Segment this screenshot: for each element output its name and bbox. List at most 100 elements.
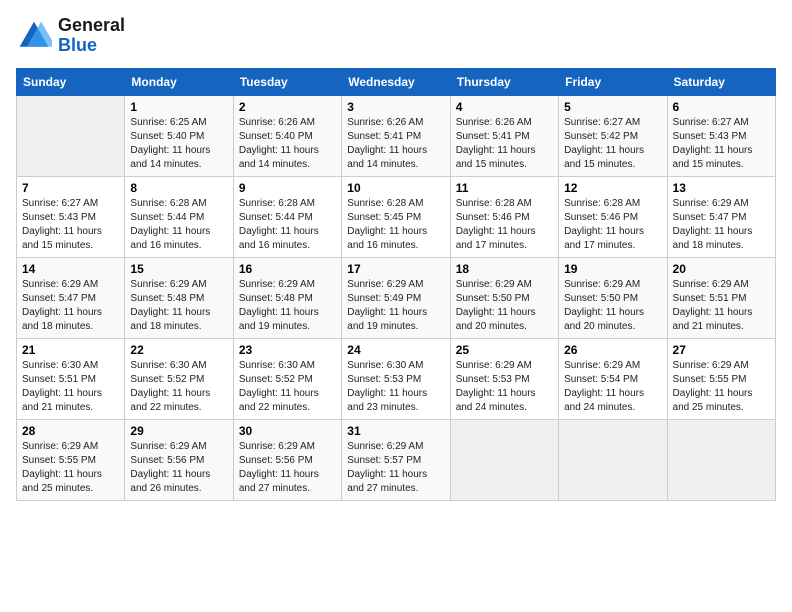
dow-header-saturday: Saturday	[667, 68, 775, 95]
day-number: 25	[456, 343, 553, 357]
day-number: 3	[347, 100, 444, 114]
calendar-cell: 31 Sunrise: 6:29 AMSunset: 5:57 PMDaylig…	[342, 419, 450, 500]
cell-info: Sunrise: 6:29 AMSunset: 5:47 PMDaylight:…	[22, 278, 119, 334]
calendar-cell: 28 Sunrise: 6:29 AMSunset: 5:55 PMDaylig…	[17, 419, 125, 500]
cell-info: Sunrise: 6:28 AMSunset: 5:46 PMDaylight:…	[456, 197, 553, 253]
day-number: 9	[239, 181, 336, 195]
cell-info: Sunrise: 6:29 AMSunset: 5:57 PMDaylight:…	[347, 440, 444, 496]
dow-header-tuesday: Tuesday	[233, 68, 341, 95]
logo: GeneralBlue	[16, 16, 125, 56]
cell-info: Sunrise: 6:30 AMSunset: 5:53 PMDaylight:…	[347, 359, 444, 415]
cell-info: Sunrise: 6:29 AMSunset: 5:48 PMDaylight:…	[239, 278, 336, 334]
cell-info: Sunrise: 6:29 AMSunset: 5:55 PMDaylight:…	[673, 359, 770, 415]
calendar-cell: 19 Sunrise: 6:29 AMSunset: 5:50 PMDaylig…	[559, 257, 667, 338]
calendar-cell	[450, 419, 558, 500]
day-number: 31	[347, 424, 444, 438]
calendar-week-2: 7 Sunrise: 6:27 AMSunset: 5:43 PMDayligh…	[17, 176, 776, 257]
calendar-cell: 26 Sunrise: 6:29 AMSunset: 5:54 PMDaylig…	[559, 338, 667, 419]
cell-info: Sunrise: 6:26 AMSunset: 5:41 PMDaylight:…	[456, 116, 553, 172]
day-number: 4	[456, 100, 553, 114]
calendar-cell: 12 Sunrise: 6:28 AMSunset: 5:46 PMDaylig…	[559, 176, 667, 257]
calendar-cell: 1 Sunrise: 6:25 AMSunset: 5:40 PMDayligh…	[125, 95, 233, 176]
day-number: 5	[564, 100, 661, 114]
cell-info: Sunrise: 6:30 AMSunset: 5:52 PMDaylight:…	[130, 359, 227, 415]
cell-info: Sunrise: 6:30 AMSunset: 5:52 PMDaylight:…	[239, 359, 336, 415]
calendar-cell	[559, 419, 667, 500]
calendar-week-1: 1 Sunrise: 6:25 AMSunset: 5:40 PMDayligh…	[17, 95, 776, 176]
calendar-cell: 24 Sunrise: 6:30 AMSunset: 5:53 PMDaylig…	[342, 338, 450, 419]
day-number: 14	[22, 262, 119, 276]
cell-info: Sunrise: 6:29 AMSunset: 5:55 PMDaylight:…	[22, 440, 119, 496]
calendar-cell: 14 Sunrise: 6:29 AMSunset: 5:47 PMDaylig…	[17, 257, 125, 338]
day-number: 11	[456, 181, 553, 195]
day-number: 17	[347, 262, 444, 276]
cell-info: Sunrise: 6:28 AMSunset: 5:46 PMDaylight:…	[564, 197, 661, 253]
day-number: 6	[673, 100, 770, 114]
cell-info: Sunrise: 6:26 AMSunset: 5:41 PMDaylight:…	[347, 116, 444, 172]
day-number: 29	[130, 424, 227, 438]
day-number: 21	[22, 343, 119, 357]
calendar-cell: 10 Sunrise: 6:28 AMSunset: 5:45 PMDaylig…	[342, 176, 450, 257]
calendar-cell	[667, 419, 775, 500]
cell-info: Sunrise: 6:28 AMSunset: 5:44 PMDaylight:…	[239, 197, 336, 253]
calendar-week-5: 28 Sunrise: 6:29 AMSunset: 5:55 PMDaylig…	[17, 419, 776, 500]
calendar-cell: 13 Sunrise: 6:29 AMSunset: 5:47 PMDaylig…	[667, 176, 775, 257]
day-number: 20	[673, 262, 770, 276]
calendar-cell: 11 Sunrise: 6:28 AMSunset: 5:46 PMDaylig…	[450, 176, 558, 257]
day-number: 27	[673, 343, 770, 357]
cell-info: Sunrise: 6:29 AMSunset: 5:47 PMDaylight:…	[673, 197, 770, 253]
calendar-cell: 8 Sunrise: 6:28 AMSunset: 5:44 PMDayligh…	[125, 176, 233, 257]
calendar-cell: 25 Sunrise: 6:29 AMSunset: 5:53 PMDaylig…	[450, 338, 558, 419]
calendar-cell: 15 Sunrise: 6:29 AMSunset: 5:48 PMDaylig…	[125, 257, 233, 338]
calendar-cell	[17, 95, 125, 176]
day-number: 8	[130, 181, 227, 195]
day-number: 2	[239, 100, 336, 114]
calendar-cell: 9 Sunrise: 6:28 AMSunset: 5:44 PMDayligh…	[233, 176, 341, 257]
cell-info: Sunrise: 6:28 AMSunset: 5:45 PMDaylight:…	[347, 197, 444, 253]
cell-info: Sunrise: 6:29 AMSunset: 5:54 PMDaylight:…	[564, 359, 661, 415]
calendar-cell: 27 Sunrise: 6:29 AMSunset: 5:55 PMDaylig…	[667, 338, 775, 419]
calendar-cell: 20 Sunrise: 6:29 AMSunset: 5:51 PMDaylig…	[667, 257, 775, 338]
day-number: 16	[239, 262, 336, 276]
dow-header-sunday: Sunday	[17, 68, 125, 95]
dow-header-thursday: Thursday	[450, 68, 558, 95]
calendar-week-3: 14 Sunrise: 6:29 AMSunset: 5:47 PMDaylig…	[17, 257, 776, 338]
day-number: 10	[347, 181, 444, 195]
day-number: 12	[564, 181, 661, 195]
cell-info: Sunrise: 6:29 AMSunset: 5:56 PMDaylight:…	[239, 440, 336, 496]
cell-info: Sunrise: 6:29 AMSunset: 5:50 PMDaylight:…	[456, 278, 553, 334]
calendar-table: SundayMondayTuesdayWednesdayThursdayFrid…	[16, 68, 776, 501]
day-number: 28	[22, 424, 119, 438]
day-number: 22	[130, 343, 227, 357]
calendar-cell: 17 Sunrise: 6:29 AMSunset: 5:49 PMDaylig…	[342, 257, 450, 338]
day-number: 13	[673, 181, 770, 195]
calendar-cell: 5 Sunrise: 6:27 AMSunset: 5:42 PMDayligh…	[559, 95, 667, 176]
day-number: 7	[22, 181, 119, 195]
cell-info: Sunrise: 6:27 AMSunset: 5:43 PMDaylight:…	[673, 116, 770, 172]
cell-info: Sunrise: 6:26 AMSunset: 5:40 PMDaylight:…	[239, 116, 336, 172]
cell-info: Sunrise: 6:29 AMSunset: 5:49 PMDaylight:…	[347, 278, 444, 334]
cell-info: Sunrise: 6:28 AMSunset: 5:44 PMDaylight:…	[130, 197, 227, 253]
calendar-cell: 7 Sunrise: 6:27 AMSunset: 5:43 PMDayligh…	[17, 176, 125, 257]
calendar-week-4: 21 Sunrise: 6:30 AMSunset: 5:51 PMDaylig…	[17, 338, 776, 419]
calendar-cell: 6 Sunrise: 6:27 AMSunset: 5:43 PMDayligh…	[667, 95, 775, 176]
calendar-cell: 3 Sunrise: 6:26 AMSunset: 5:41 PMDayligh…	[342, 95, 450, 176]
day-number: 23	[239, 343, 336, 357]
calendar-cell: 16 Sunrise: 6:29 AMSunset: 5:48 PMDaylig…	[233, 257, 341, 338]
day-number: 1	[130, 100, 227, 114]
day-number: 24	[347, 343, 444, 357]
cell-info: Sunrise: 6:25 AMSunset: 5:40 PMDaylight:…	[130, 116, 227, 172]
cell-info: Sunrise: 6:29 AMSunset: 5:50 PMDaylight:…	[564, 278, 661, 334]
cell-info: Sunrise: 6:27 AMSunset: 5:42 PMDaylight:…	[564, 116, 661, 172]
logo-text: GeneralBlue	[58, 16, 125, 56]
calendar-cell: 29 Sunrise: 6:29 AMSunset: 5:56 PMDaylig…	[125, 419, 233, 500]
cell-info: Sunrise: 6:30 AMSunset: 5:51 PMDaylight:…	[22, 359, 119, 415]
cell-info: Sunrise: 6:27 AMSunset: 5:43 PMDaylight:…	[22, 197, 119, 253]
dow-header-monday: Monday	[125, 68, 233, 95]
day-number: 26	[564, 343, 661, 357]
dow-header-wednesday: Wednesday	[342, 68, 450, 95]
calendar-cell: 2 Sunrise: 6:26 AMSunset: 5:40 PMDayligh…	[233, 95, 341, 176]
calendar-cell: 23 Sunrise: 6:30 AMSunset: 5:52 PMDaylig…	[233, 338, 341, 419]
day-number: 15	[130, 262, 227, 276]
day-number: 30	[239, 424, 336, 438]
